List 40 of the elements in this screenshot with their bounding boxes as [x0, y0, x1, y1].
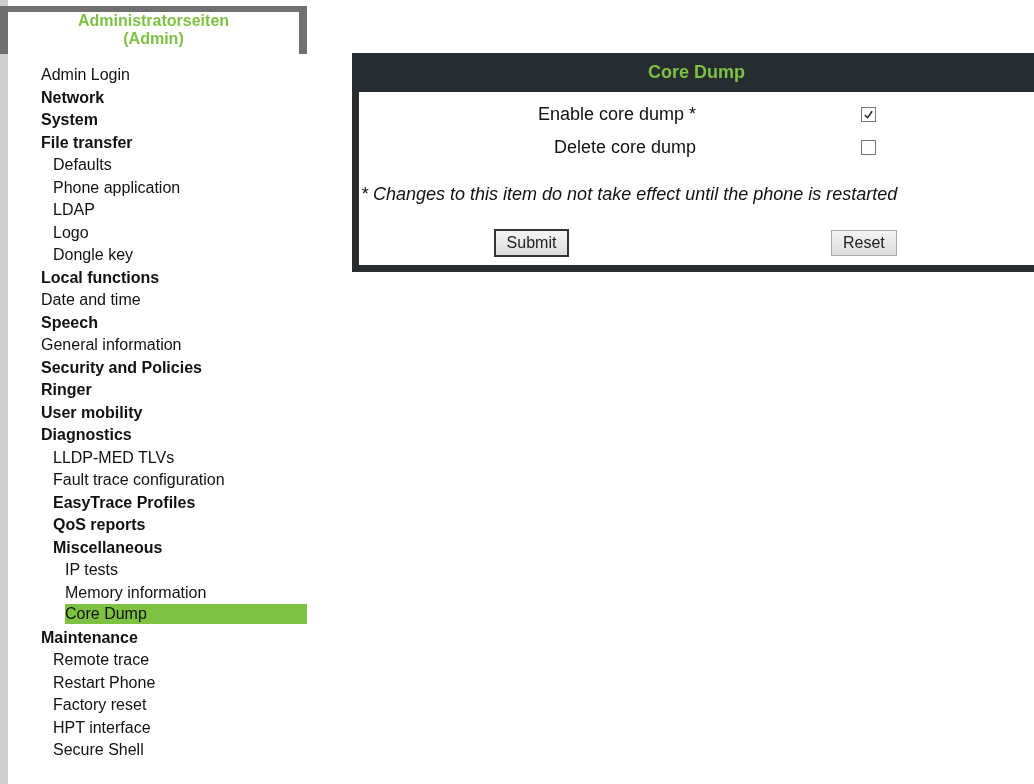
sidebar-item[interactable]: Restart Phone: [53, 672, 156, 693]
sidebar-item[interactable]: File transfer: [41, 132, 133, 153]
sidebar-item[interactable]: Network: [41, 87, 105, 108]
sidebar-item[interactable]: Security and Policies: [41, 357, 202, 378]
sidebar-item[interactable]: Secure Shell: [53, 740, 144, 760]
sidebar-item[interactable]: QoS reports: [53, 515, 146, 535]
sidebar-item[interactable]: Defaults: [53, 155, 112, 175]
sidebar-item[interactable]: Logo: [53, 222, 89, 243]
sidebar-item[interactable]: EasyTrace Profiles: [53, 492, 196, 513]
sidebar-item[interactable]: Miscellaneous: [53, 537, 163, 558]
sidebar-item[interactable]: Ringer: [41, 380, 92, 400]
checkbox[interactable]: [861, 107, 876, 122]
restart-note: * Changes to this item do not take effect until the phone is restarted: [360, 184, 899, 205]
sidebar-item[interactable]: General information: [41, 335, 182, 355]
sidebar-item[interactable]: Speech: [41, 312, 98, 333]
sidebar-item[interactable]: Memory information: [65, 582, 207, 603]
sidebar-item[interactable]: Remote trace: [53, 650, 150, 670]
sidebar-item[interactable]: Dongle key: [53, 245, 134, 265]
sidebar-item[interactable]: Phone application: [53, 177, 181, 198]
sidebar-item[interactable]: LDAP: [53, 200, 95, 220]
checkbox[interactable]: [861, 140, 876, 155]
reset-button[interactable]: Reset: [831, 230, 897, 256]
sidebar-item[interactable]: IP tests: [65, 560, 119, 580]
sidebar-item[interactable]: Core Dump: [65, 604, 307, 624]
panel-title: Core Dump: [648, 62, 745, 83]
field-label: Delete core dump: [552, 137, 696, 158]
field-label: Enable core dump *: [536, 104, 696, 125]
sidebar-item[interactable]: Admin Login: [41, 65, 130, 85]
sidebar-item[interactable]: Maintenance: [41, 627, 138, 648]
sidebar-item[interactable]: Local functions: [41, 267, 160, 288]
sidebar-item[interactable]: Factory reset: [53, 695, 147, 715]
sidebar-title: Administratorseiten (Admin): [76, 12, 231, 49]
sidebar-item[interactable]: LLDP-MED TLVs: [53, 447, 175, 468]
sidebar-item[interactable]: HPT interface: [53, 717, 151, 738]
sidebar-item[interactable]: Diagnostics: [41, 425, 132, 445]
sidebar-item[interactable]: Date and time: [41, 290, 141, 310]
submit-button[interactable]: Submit: [493, 229, 570, 257]
sidebar-item[interactable]: Fault trace configuration: [53, 470, 225, 490]
sidebar-item[interactable]: User mobility: [41, 402, 143, 423]
sidebar-item[interactable]: System: [41, 110, 98, 130]
